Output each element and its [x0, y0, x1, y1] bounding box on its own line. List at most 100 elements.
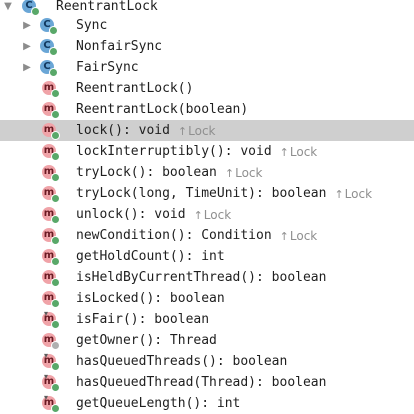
public-modifier-icon	[51, 215, 60, 224]
tree-node-method[interactable]: m ▾ hasQueuedThread(Thread): boolean	[0, 372, 414, 393]
inherited-from: ↑Lock	[280, 229, 318, 243]
tree-node-method[interactable]: m lockInterruptibly(): void ↑Lock	[0, 141, 414, 162]
tree-node-method[interactable]: m ReentrantLock(boolean)	[0, 99, 414, 120]
method-icon: m ▾	[42, 309, 60, 329]
tree-node-label: ReentrantLock()	[76, 81, 194, 96]
inherited-from: ↑Lock	[194, 208, 232, 222]
method-icon: m	[42, 102, 60, 119]
public-modifier-icon	[51, 299, 60, 308]
tree-node-label: isHeldByCurrentThread(): boolean	[76, 270, 327, 285]
tree-node-nested-class[interactable]: ▶ C NonfairSync	[0, 36, 414, 57]
public-modifier-icon	[49, 47, 58, 56]
inherited-from: ↑Lock	[225, 166, 263, 180]
method-icon: m ▾	[42, 371, 60, 392]
tree-node-method[interactable]: m tryLock(long, TimeUnit): boolean ↑Lock	[0, 183, 414, 204]
public-modifier-icon	[51, 89, 60, 98]
tree-node-label: lockInterruptibly(): void ↑Lock	[76, 141, 317, 162]
tree-node-label: lock(): void ↑Lock	[76, 120, 216, 141]
tree-node-method[interactable]: m ▾ isFair(): boolean	[0, 309, 414, 330]
pin-icon: ▾	[43, 371, 48, 381]
expand-arrow-icon[interactable]: ▶	[21, 36, 33, 57]
public-modifier-icon	[51, 173, 60, 182]
public-modifier-icon	[51, 278, 60, 287]
method-icon: m	[42, 186, 60, 203]
method-signature: lock(): void	[76, 123, 170, 138]
protected-modifier-icon	[51, 341, 60, 350]
public-modifier-icon	[51, 110, 60, 119]
tree-node-method[interactable]: m isHeldByCurrentThread(): boolean	[0, 267, 414, 288]
inherited-arrow-icon: ↑	[177, 124, 188, 138]
inherited-arrow-icon: ↑	[193, 208, 203, 222]
inherited-arrow-icon: ↑	[279, 229, 289, 243]
class-icon: C	[22, 0, 40, 16]
public-modifier-icon	[51, 362, 60, 371]
method-icon: m ▾	[42, 350, 60, 371]
public-modifier-icon	[51, 257, 60, 266]
public-modifier-icon	[51, 131, 60, 140]
public-modifier-icon	[51, 236, 60, 245]
class-icon: C	[40, 39, 58, 56]
tree-node-label: tryLock(long, TimeUnit): boolean ↑Lock	[76, 183, 372, 204]
tree-node-method[interactable]: m newCondition(): Condition ↑Lock	[0, 225, 414, 246]
method-icon: m	[42, 333, 60, 350]
method-signature: unlock(): void	[76, 207, 186, 222]
tree-node-nested-class[interactable]: ▶ C FairSync	[0, 57, 414, 78]
inherited-source: Lock	[203, 207, 232, 222]
tree-node-label: newCondition(): Condition ↑Lock	[76, 225, 317, 246]
inherited-from: ↑Lock	[334, 187, 372, 201]
method-signature: lockInterruptibly(): void	[76, 144, 272, 159]
method-signature: tryLock(): boolean	[76, 165, 217, 180]
expand-arrow-icon[interactable]: ▶	[21, 57, 33, 78]
tree-node-label: FairSync	[76, 60, 139, 75]
inherited-source: Lock	[188, 123, 216, 138]
tree-node-label: ReentrantLock(boolean)	[76, 102, 249, 117]
method-icon: m	[42, 228, 60, 245]
inherited-arrow-icon: ↑	[279, 145, 289, 159]
method-icon: m	[42, 291, 60, 308]
tree-node-method[interactable]: m getOwner(): Thread	[0, 330, 414, 351]
method-signature: tryLock(long, TimeUnit): boolean	[76, 186, 327, 201]
tree-node-label: getOwner(): Thread	[76, 333, 217, 348]
class-icon: C	[40, 18, 58, 35]
tree-node-label: isLocked(): boolean	[76, 291, 225, 306]
inherited-arrow-icon: ↑	[334, 187, 344, 201]
inherited-source: Lock	[289, 144, 318, 159]
method-icon: m	[42, 165, 60, 182]
method-icon: m	[42, 144, 60, 161]
tree-node-method-selected[interactable]: m lock(): void ↑Lock	[0, 120, 414, 141]
pin-icon: ▾	[43, 350, 48, 360]
inherited-arrow-icon: ↑	[224, 166, 235, 180]
tree-node-label: Sync	[76, 18, 108, 33]
tree-node-label: getHoldCount(): int	[76, 249, 225, 264]
method-icon: m ▾	[42, 392, 60, 413]
public-modifier-icon	[51, 152, 60, 161]
tree-node-label: NonfairSync	[76, 39, 163, 54]
tree-node-method[interactable]: m ▾ hasQueuedThreads(): boolean	[0, 351, 414, 372]
public-modifier-icon	[51, 320, 60, 329]
tree-node-label: getQueueLength(): int	[76, 396, 241, 411]
tree-node-method[interactable]: m ReentrantLock()	[0, 78, 414, 99]
tree-node-method[interactable]: m unlock(): void ↑Lock	[0, 204, 414, 225]
public-modifier-icon	[49, 26, 58, 35]
method-signature: newCondition(): Condition	[76, 228, 272, 243]
inherited-source: Lock	[235, 165, 263, 180]
method-icon: m	[42, 123, 60, 140]
tree-node-method[interactable]: m ▾ getQueueLength(): int	[0, 393, 414, 414]
inherited-from: ↑Lock	[178, 124, 216, 138]
class-icon: C	[40, 60, 58, 77]
public-modifier-icon	[49, 68, 58, 77]
method-icon: m	[42, 249, 60, 266]
tree-node-label: tryLock(): boolean ↑Lock	[76, 162, 262, 183]
expand-arrow-icon[interactable]: ▶	[21, 15, 33, 36]
inherited-from: ↑Lock	[280, 145, 318, 159]
method-icon: m	[42, 270, 60, 287]
structure-tree: ▼ C ReentrantLock ▶ C Sync ▶ C NonfairSy…	[0, 0, 414, 414]
tree-node-method[interactable]: m getHoldCount(): int	[0, 246, 414, 267]
tree-node-method[interactable]: m isLocked(): boolean	[0, 288, 414, 309]
tree-node-method[interactable]: m tryLock(): boolean ↑Lock	[0, 162, 414, 183]
public-modifier-icon	[51, 194, 60, 203]
pin-icon: ▾	[43, 392, 48, 402]
tree-node-nested-class[interactable]: ▶ C Sync	[0, 15, 414, 36]
method-icon: m	[42, 207, 60, 224]
tree-node-label: hasQueuedThread(Thread): boolean	[76, 375, 327, 390]
